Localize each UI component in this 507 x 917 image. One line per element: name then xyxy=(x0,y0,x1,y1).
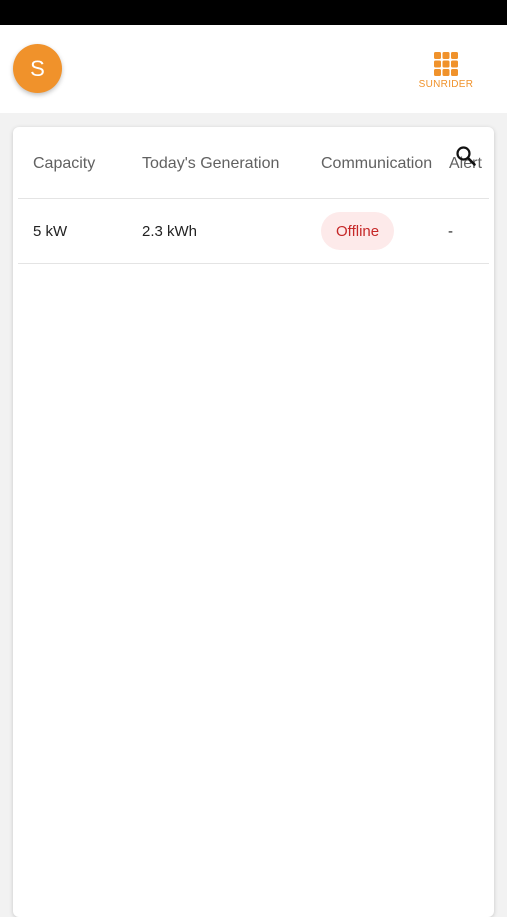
brand-logo: SUNRIDER xyxy=(414,51,478,95)
column-header-todays-generation[interactable]: Today's Generation xyxy=(142,155,279,173)
plant-list-card: Capacity Today's Generation Communicatio… xyxy=(13,127,494,917)
table-header: Capacity Today's Generation Communicatio… xyxy=(18,127,489,199)
cell-capacity: 5 kW xyxy=(33,223,68,240)
table-row[interactable]: 5 kW 2.3 kWh Offline - xyxy=(18,200,489,264)
cell-todays-generation: 2.3 kWh xyxy=(142,223,198,240)
cell-alert: - xyxy=(448,223,453,240)
brand-name: SUNRIDER xyxy=(418,79,474,90)
status-bar xyxy=(0,0,507,25)
sunrider-logo-icon xyxy=(434,51,458,77)
communication-status-badge: Offline xyxy=(321,212,395,250)
search-icon[interactable] xyxy=(454,144,478,168)
column-header-communication[interactable]: Communication xyxy=(321,155,432,173)
user-avatar[interactable]: S xyxy=(13,44,62,93)
avatar-initial: S xyxy=(30,55,45,81)
column-header-capacity[interactable]: Capacity xyxy=(33,155,95,173)
app-header: S SUNRIDER xyxy=(0,25,507,113)
